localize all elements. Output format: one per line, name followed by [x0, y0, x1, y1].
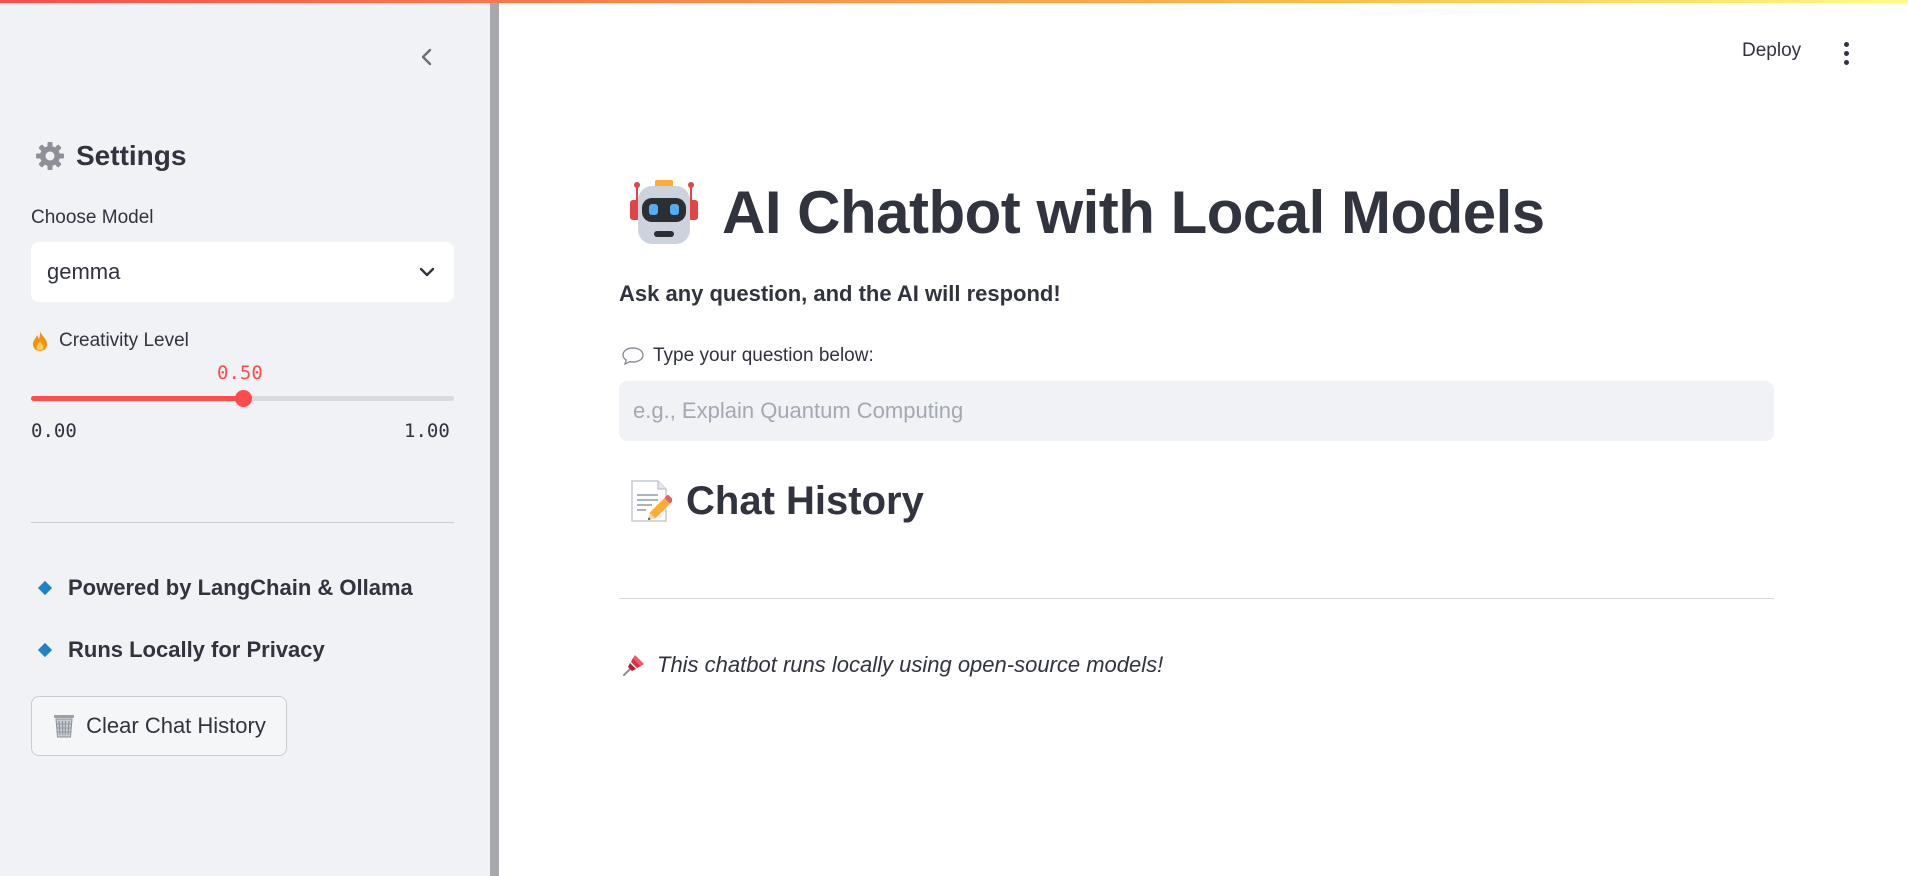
creativity-slider[interactable] — [31, 390, 454, 407]
deploy-button[interactable]: Deploy — [1742, 40, 1801, 62]
page-title: AI Chatbot with Local Models — [722, 178, 1545, 246]
model-select-value: gemma — [47, 259, 121, 284]
sidebar: Settings Choose Model gemma Creativity L… — [0, 0, 490, 876]
model-label: Choose Model — [31, 207, 154, 228]
chevron-down-icon — [419, 267, 435, 277]
clear-chat-history-button[interactable]: Clear Chat History — [31, 696, 287, 756]
question-input[interactable] — [619, 381, 1774, 441]
settings-title: Settings — [76, 140, 187, 171]
blue-diamond-icon — [37, 642, 53, 658]
pushpin-icon — [621, 652, 647, 678]
speech-bubble-icon — [621, 346, 645, 366]
bullet-item-langchain: Powered by LangChain & Ollama — [37, 575, 413, 601]
settings-heading: Settings — [34, 140, 186, 172]
sidebar-resize-handle[interactable] — [490, 0, 499, 876]
slider-fill — [31, 396, 243, 401]
question-label: Type your question below: — [653, 345, 874, 366]
memo-icon — [628, 478, 672, 524]
sidebar-divider — [31, 522, 454, 523]
wastebasket-icon — [52, 713, 76, 739]
slider-min-label: 0.00 — [31, 420, 77, 442]
chevron-left-icon — [421, 48, 432, 66]
bullet-text: Powered by LangChain & Ollama — [68, 575, 413, 600]
robot-icon — [628, 176, 700, 248]
blue-diamond-icon — [37, 580, 53, 596]
slider-max-label: 1.00 — [404, 420, 450, 442]
gear-icon — [34, 140, 66, 172]
footer-note: This chatbot runs locally using open-sou… — [657, 652, 1164, 677]
chat-history-heading-row: Chat History — [628, 478, 924, 524]
kebab-menu-icon[interactable] — [1836, 38, 1856, 68]
main-divider — [619, 598, 1774, 599]
clear-button-label: Clear Chat History — [86, 713, 266, 738]
creativity-label: Creativity Level — [59, 330, 189, 351]
bullet-item-privacy: Runs Locally for Privacy — [37, 637, 325, 663]
footer-note-row: This chatbot runs locally using open-sou… — [621, 652, 1163, 678]
question-label-row: Type your question below: — [621, 345, 874, 367]
chat-history-title: Chat History — [686, 478, 924, 523]
bullet-text: Runs Locally for Privacy — [68, 637, 325, 662]
header-decoration — [0, 0, 1908, 3]
page-title-row: AI Chatbot with Local Models — [628, 176, 1545, 248]
slider-thumb[interactable] — [234, 390, 252, 407]
creativity-label-row: Creativity Level — [31, 330, 189, 352]
fire-icon — [31, 330, 49, 352]
model-select[interactable]: gemma — [31, 242, 454, 302]
page-subtitle: Ask any question, and the AI will respon… — [619, 281, 1061, 306]
slider-current-value: 0.50 — [217, 362, 263, 384]
collapse-sidebar-button[interactable] — [410, 40, 444, 74]
